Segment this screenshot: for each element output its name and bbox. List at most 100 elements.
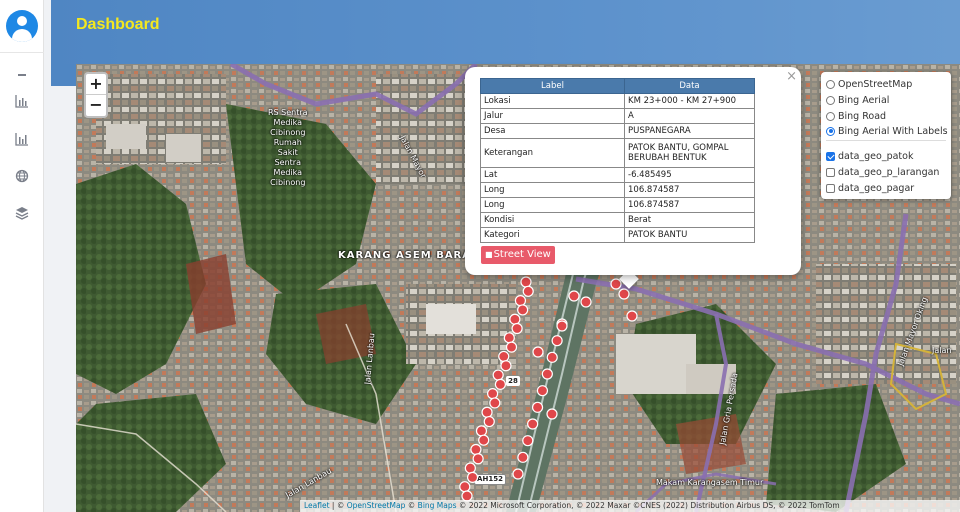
page-title: Dashboard	[76, 16, 160, 33]
patok-marker[interactable]	[568, 290, 580, 302]
patok-marker[interactable]	[498, 350, 510, 363]
column-header-data: Data	[624, 78, 755, 94]
zoom-in-button[interactable]: +	[86, 74, 106, 95]
table-row: Long 106.874587	[480, 197, 755, 213]
row-label: Kondisi	[480, 212, 625, 228]
base-layer-bing-aerial[interactable]: Bing Aerial	[826, 93, 889, 107]
row-value: PATOK BANTU	[624, 227, 755, 243]
table-row: Jalur A	[480, 108, 755, 124]
patok-marker[interactable]	[470, 443, 482, 456]
patok-marker[interactable]	[478, 434, 490, 446]
patok-marker[interactable]	[610, 278, 622, 290]
patok-marker[interactable]	[551, 335, 563, 347]
patok-marker[interactable]	[483, 415, 495, 428]
patok-marker[interactable]	[494, 378, 506, 390]
patok-marker[interactable]	[475, 425, 488, 437]
overlay-data-geo-pagar[interactable]: data_geo_pagar	[826, 181, 914, 195]
row-value: Berat	[624, 212, 755, 228]
patok-marker[interactable]	[481, 406, 493, 418]
row-label: Desa	[480, 123, 625, 139]
row-value: -6.485495	[624, 167, 755, 183]
patok-marker[interactable]	[520, 276, 532, 288]
bar-chart-icon[interactable]	[15, 132, 29, 146]
table-row: Desa PUSPANEGARA	[480, 123, 755, 139]
patok-marker[interactable]	[618, 288, 630, 300]
patok-marker[interactable]	[556, 320, 568, 332]
patok-marker[interactable]	[531, 401, 544, 413]
layers-control: OpenStreetMap Bing Aerial Bing Road Bing…	[821, 72, 951, 199]
patok-marker[interactable]	[500, 360, 512, 372]
patok-marker[interactable]	[532, 346, 544, 358]
row-label: Lat	[480, 167, 625, 183]
patok-marker[interactable]	[580, 296, 592, 308]
patok-marker[interactable]	[546, 408, 558, 420]
attribution-separator: | ©	[329, 501, 347, 510]
patok-marker[interactable]	[464, 462, 476, 474]
radio-bing-road[interactable]	[826, 111, 835, 121]
base-layer-bing-road[interactable]: Bing Road	[826, 109, 886, 123]
overlay-data-geo-p-larangan[interactable]: data_geo_p_larangan	[826, 165, 939, 179]
row-value: PUSPANEGARA	[624, 123, 755, 139]
leaflet-link[interactable]: Leaflet	[304, 501, 330, 510]
bar-chart-icon[interactable]	[15, 94, 29, 108]
patok-marker[interactable]	[541, 368, 553, 380]
radio-bing-aerial-labels[interactable]	[826, 126, 835, 136]
layer-label: data_geo_pagar	[838, 182, 915, 194]
patok-marker[interactable]	[472, 453, 484, 465]
patok-marker[interactable]	[527, 418, 539, 430]
base-layer-osm[interactable]: OpenStreetMap	[826, 77, 912, 91]
layer-label: data_geo_patok	[838, 150, 914, 162]
radio-osm[interactable]	[826, 79, 835, 89]
layer-label: OpenStreetMap	[838, 78, 913, 90]
osm-link[interactable]: OpenStreetMap	[347, 501, 406, 510]
user-avatar[interactable]	[6, 10, 38, 42]
overlay-data-geo-patok[interactable]: data_geo_patok	[826, 149, 913, 163]
header-strip	[51, 64, 76, 86]
row-label: Lokasi	[480, 93, 625, 109]
patok-marker[interactable]	[505, 341, 518, 353]
checkbox-data-geo-patok[interactable]	[826, 151, 835, 161]
layer-label: Bing Aerial	[838, 94, 890, 106]
patok-marker[interactable]	[492, 369, 504, 381]
table-row: Kategori PATOK BANTU	[480, 227, 755, 243]
base-layer-bing-aerial-labels[interactable]: Bing Aerial With Labels	[826, 124, 948, 138]
row-value: A	[624, 108, 755, 124]
menu-icon[interactable]	[15, 68, 29, 82]
row-value: 106.874587	[624, 197, 755, 213]
patok-marker[interactable]	[503, 332, 515, 344]
table-row: Long 106.874587	[480, 182, 755, 198]
layer-label: data_geo_p_larangan	[838, 166, 940, 178]
patok-marker[interactable]	[459, 481, 471, 493]
patok-marker[interactable]	[511, 322, 523, 335]
patok-marker[interactable]	[546, 351, 558, 363]
marker-popup: × Label Data Lokasi KM 23+000 - KM 27+900…	[465, 67, 801, 275]
patok-marker[interactable]	[509, 313, 521, 325]
patok-marker[interactable]	[514, 295, 527, 307]
patok-marker[interactable]	[466, 471, 479, 483]
patok-marker[interactable]	[512, 468, 524, 480]
popup-close-button[interactable]: ×	[786, 69, 797, 84]
patok-marker[interactable]	[489, 397, 501, 409]
street-view-button[interactable]: ■Street View	[481, 246, 555, 264]
sidebar-divider	[0, 52, 44, 53]
sidebar	[0, 0, 44, 512]
zoom-out-button[interactable]: −	[86, 95, 106, 116]
checkbox-data-geo-pagar[interactable]	[826, 183, 835, 193]
layer-label: Bing Road	[838, 110, 887, 122]
patok-marker[interactable]	[517, 451, 529, 463]
checkbox-data-geo-p-larangan[interactable]	[826, 167, 835, 177]
layers-separator	[826, 140, 946, 141]
patok-marker[interactable]	[522, 285, 534, 297]
patok-marker[interactable]	[517, 304, 529, 316]
patok-marker[interactable]	[487, 388, 499, 400]
trash-icon: ■	[485, 250, 493, 259]
layer-label: Bing Aerial With Labels	[838, 125, 948, 137]
table-row: Lat -6.485495	[480, 167, 755, 183]
patok-marker[interactable]	[522, 435, 534, 447]
patok-marker[interactable]	[626, 310, 638, 322]
patok-marker[interactable]	[536, 385, 549, 397]
layers-icon[interactable]	[15, 206, 29, 220]
radio-bing-aerial[interactable]	[826, 95, 835, 105]
globe-icon[interactable]	[15, 169, 29, 183]
bing-maps-link[interactable]: Bing Maps	[418, 501, 457, 510]
